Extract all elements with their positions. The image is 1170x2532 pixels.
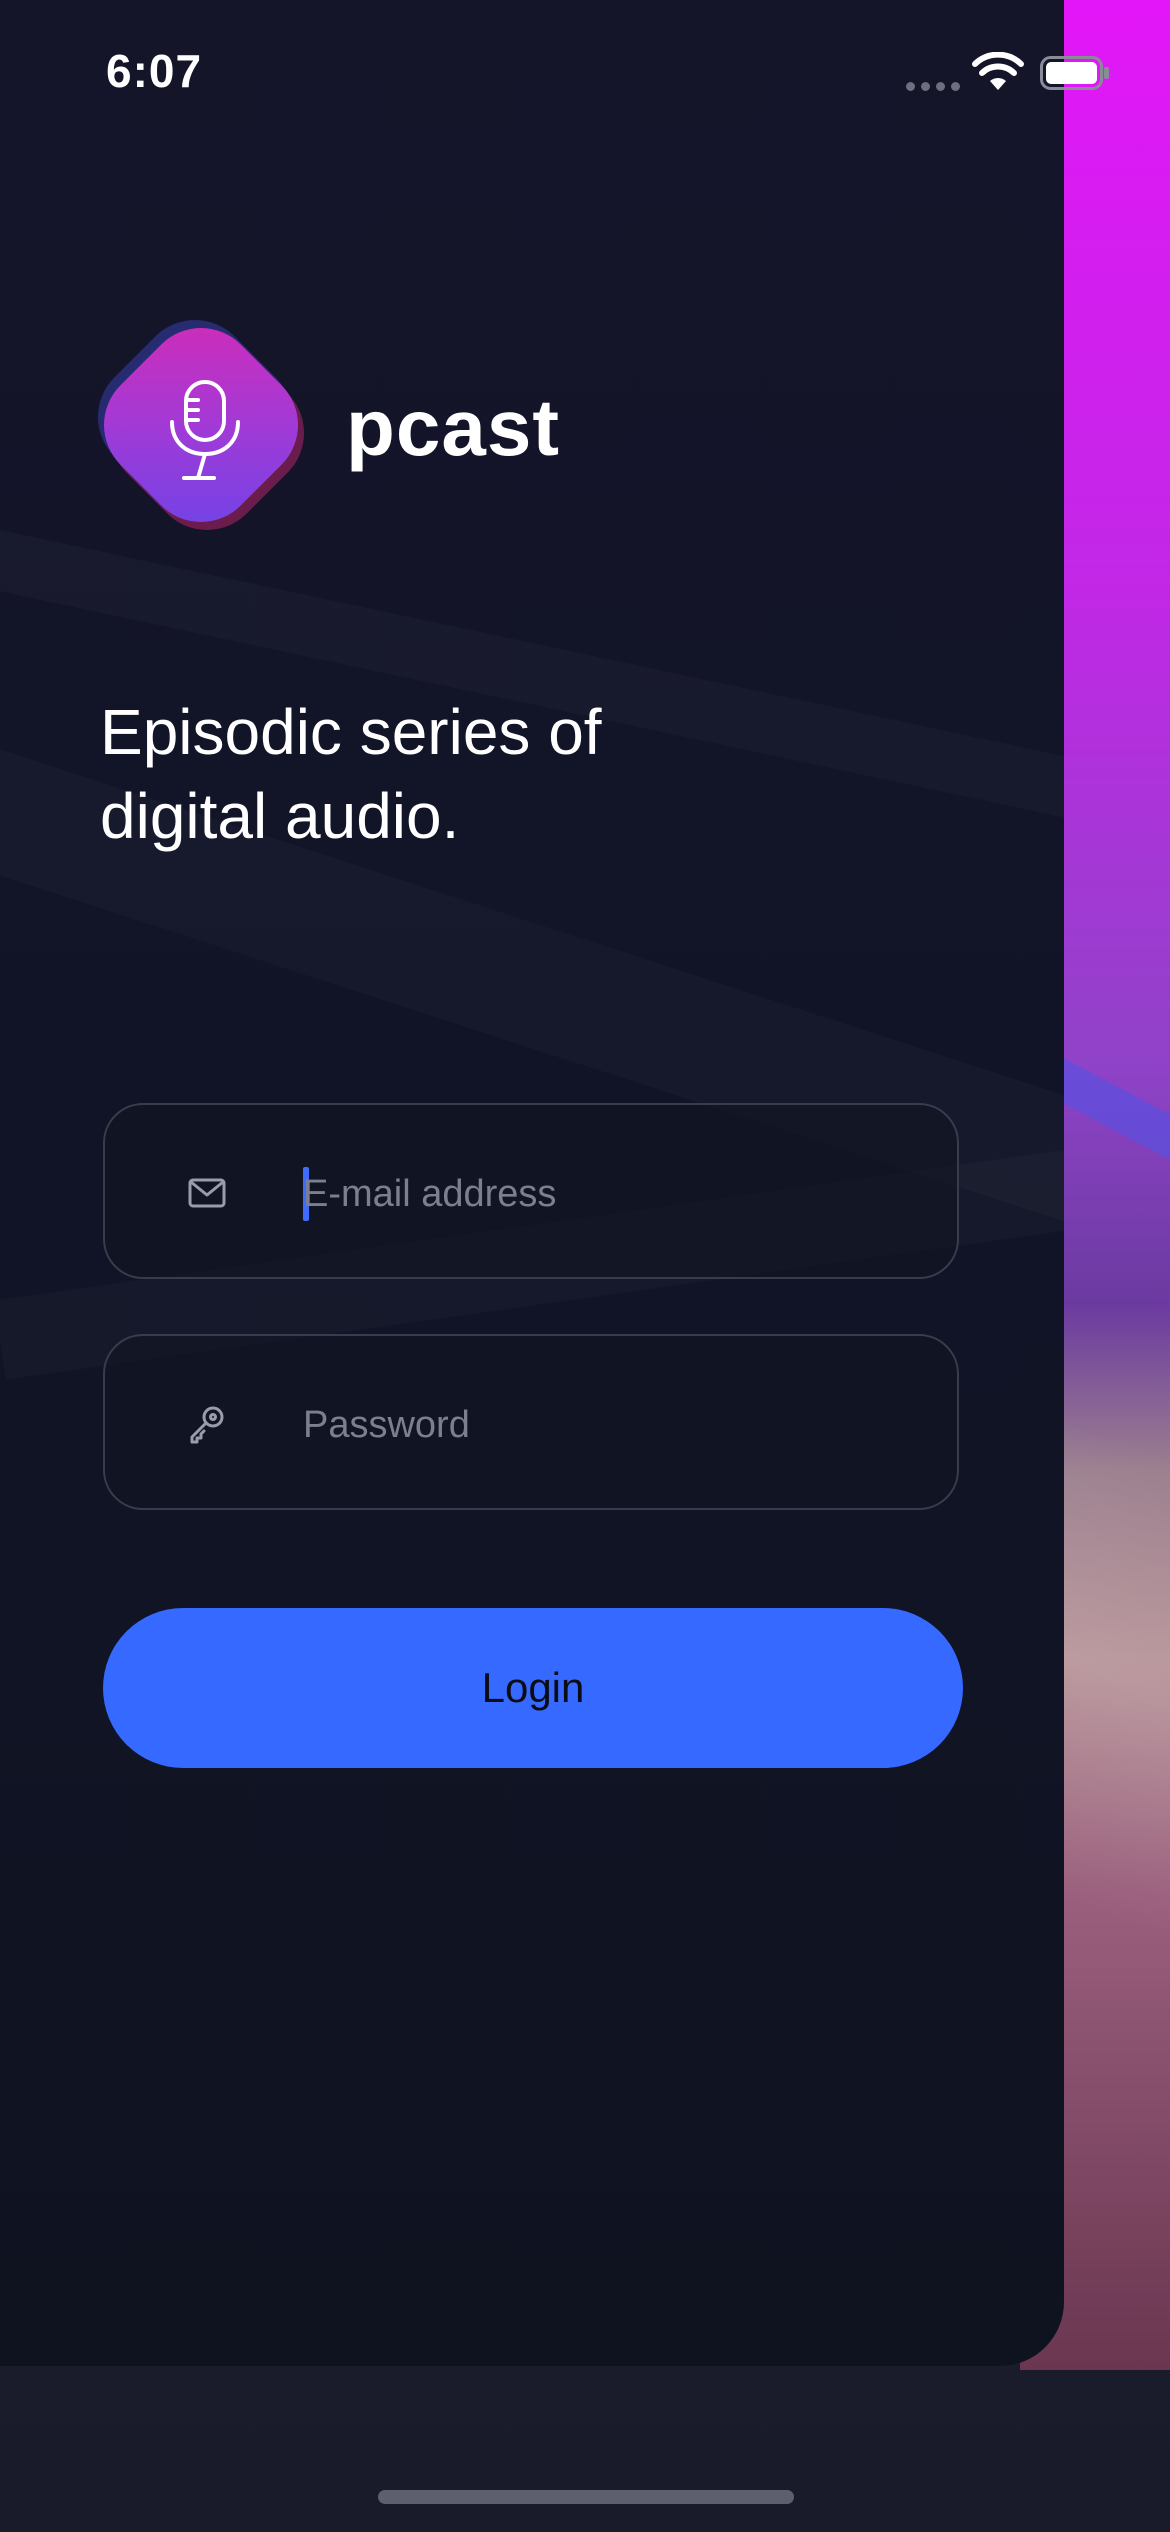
key-icon	[190, 1406, 224, 1444]
status-bar: 6:07	[0, 0, 1170, 150]
app-name: pcast	[346, 383, 560, 472]
app-tagline: Episodic series of digital audio.	[100, 696, 602, 852]
status-time: 6:07	[106, 45, 203, 97]
email-field[interactable]	[103, 1103, 959, 1279]
envelope-icon	[188, 1178, 226, 1208]
password-input[interactable]	[301, 1386, 905, 1464]
app-logo	[74, 296, 328, 554]
battery-icon	[1040, 56, 1109, 90]
password-field[interactable]	[103, 1334, 959, 1510]
microphone-icon	[170, 380, 240, 480]
wifi-icon	[972, 52, 1024, 90]
email-input[interactable]	[301, 1155, 905, 1233]
login-sheet: pcast Episodic series of digital audio. …	[0, 0, 1064, 2366]
home-indicator[interactable]	[378, 2490, 794, 2504]
login-screen: pcast Episodic series of digital audio. …	[0, 0, 1170, 2532]
login-button[interactable]: Login	[103, 1608, 963, 1768]
signal-dots-icon	[906, 82, 960, 91]
